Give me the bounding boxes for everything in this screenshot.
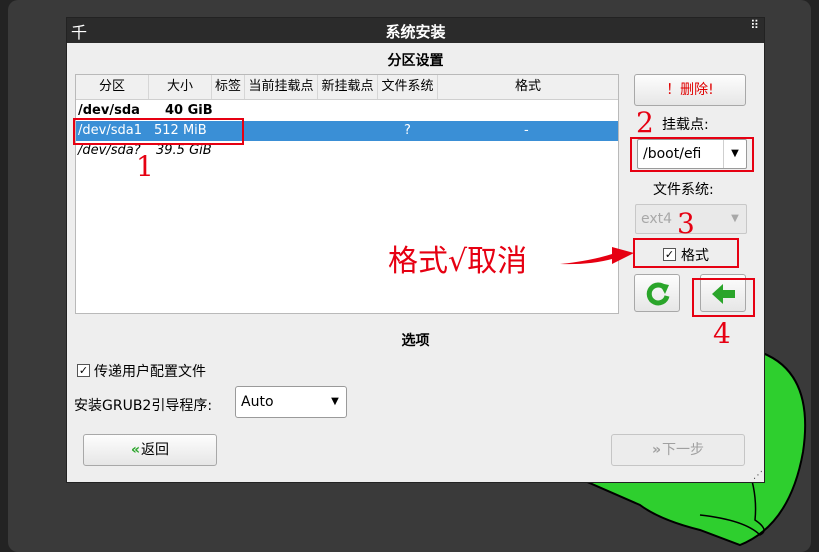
pass-user-config-checkbox[interactable]: ✓ [77,364,90,377]
refresh-icon [646,282,670,306]
pass-user-config-label: 传递用户配置文件 [94,364,206,380]
filesystem-label: 文件系统: [653,182,714,198]
partition-filesystem: ? [404,123,411,138]
annotation-note: 格式√取消 [388,244,528,279]
grub-value: Auto [241,394,274,410]
column-header-partition[interactable]: 分区 [76,75,149,99]
partition-table-header: 分区 大小 标签 当前挂载点 新挂载点 文件系统 格式 [76,75,618,100]
annotation-number-4: 4 [713,317,731,350]
partition-table[interactable]: 分区 大小 标签 当前挂载点 新挂载点 文件系统 格式 /dev/sda 40 … [75,74,619,314]
chevrons-left-icon: « [130,442,140,458]
delete-button[interactable]: ！删除! [634,74,746,106]
partition-format: - [524,123,529,138]
annotation-box-2 [630,137,754,172]
partition-section-title: 分区设置 [387,53,444,69]
revert-button[interactable] [634,274,680,312]
annotation-box-3 [633,238,739,268]
window-grip-icon[interactable]: ⠿ [750,19,759,31]
annotation-number-3: 3 [677,207,695,240]
back-button[interactable]: «返回 [83,434,217,466]
annotation-box-1 [73,118,244,145]
title-bar[interactable]: 千 系统安装 ⠿ [67,18,764,43]
annotation-box-4 [692,278,755,317]
column-header-filesystem[interactable]: 文件系统 [378,75,438,99]
chevron-down-icon[interactable]: ▼ [324,387,346,417]
back-button-label: 返回 [141,442,170,458]
chevrons-right-icon: » [651,442,661,458]
column-header-format[interactable]: 格式 [438,75,618,99]
annotation-arrow [560,247,634,265]
resize-grip-icon[interactable]: ⋰ [753,470,763,481]
window-title: 系统安装 [385,23,446,41]
annotation-number-2: 2 [636,106,654,139]
mount-point-label: 挂载点: [662,117,709,133]
filesystem-value: ext4 [641,211,673,227]
options-section-title: 选项 [401,333,430,349]
column-header-current-mount[interactable]: 当前挂载点 [245,75,318,99]
next-button-label: 下一步 [662,442,705,458]
next-button[interactable]: » 下一步 [611,434,745,466]
annotation-number-1: 1 [136,150,154,183]
column-header-new-mount[interactable]: 新挂载点 [318,75,378,99]
grub-combobox[interactable]: Auto ▼ [235,386,347,418]
grub-label: 安装GRUB2引导程序: [74,398,213,414]
column-header-size[interactable]: 大小 [149,75,212,99]
chevron-down-icon[interactable]: ▼ [724,205,746,233]
column-header-label[interactable]: 标签 [212,75,245,99]
